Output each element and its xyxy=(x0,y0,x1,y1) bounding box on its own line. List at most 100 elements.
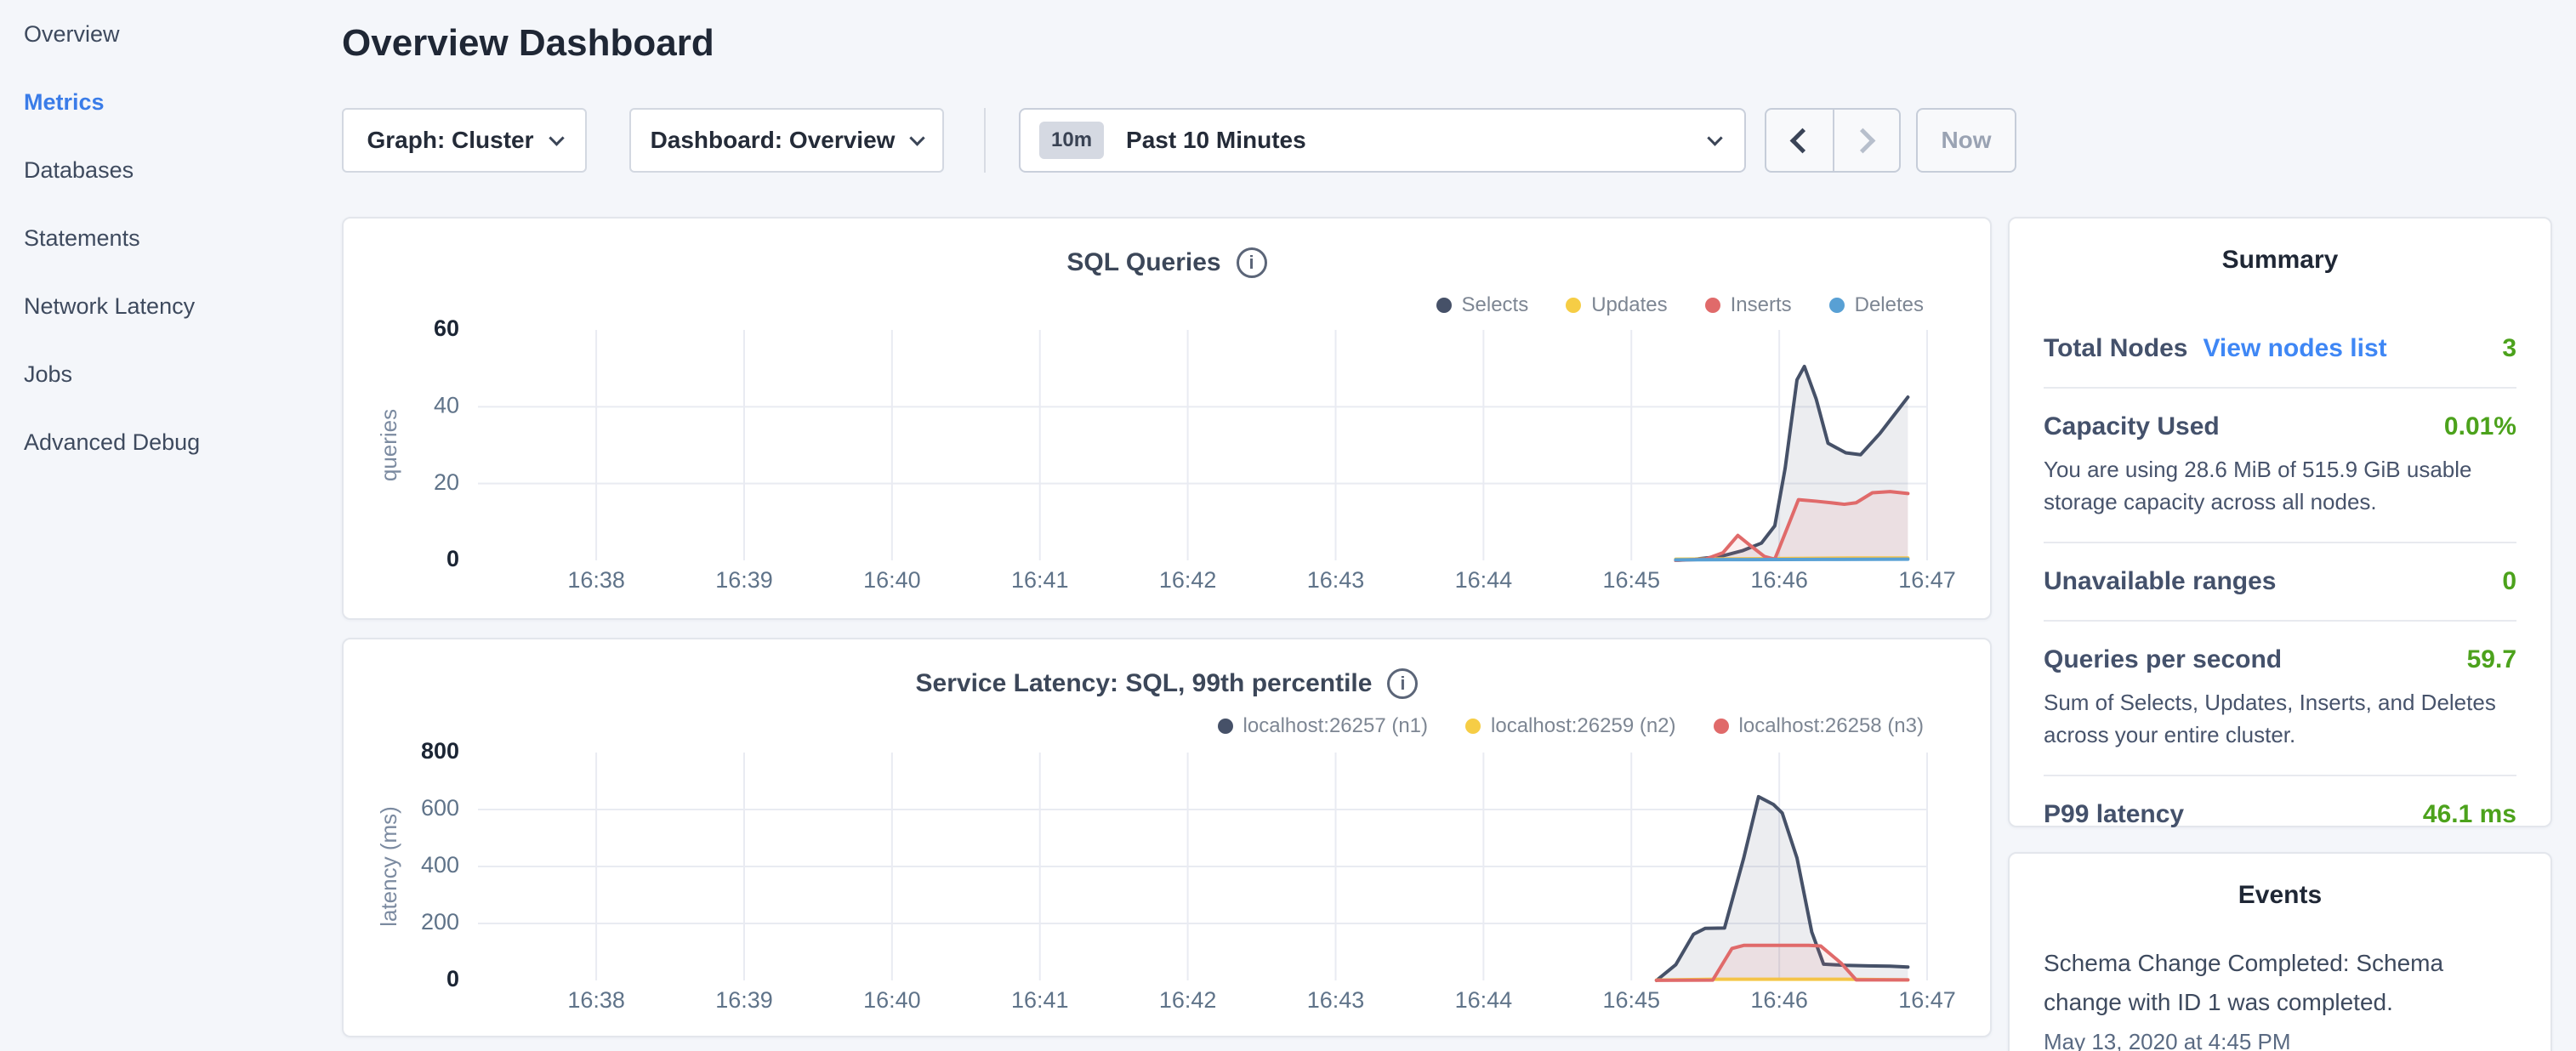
event-timestamp: May 13, 2020 at 4:45 PM xyxy=(2044,1029,2516,1051)
sidebar-item-advanced-debug[interactable]: Advanced Debug xyxy=(0,408,340,476)
summary-row-label: Total Nodes xyxy=(2044,334,2187,363)
events-title: Events xyxy=(2010,854,2550,910)
chart-title: Service Latency: SQL, 99th percentile xyxy=(916,669,1373,698)
summary-row-unavailable-ranges: Unavailable ranges 0 xyxy=(2044,543,2516,622)
view-nodes-list-link[interactable]: View nodes list xyxy=(2203,334,2386,363)
graph-dropdown[interactable]: Graph: Cluster xyxy=(342,108,587,173)
chevron-left-icon xyxy=(1790,128,1816,153)
summary-panel: Summary Total Nodes View nodes list 3 Capac… xyxy=(2008,217,2552,827)
sidebar-item-statements[interactable]: Statements xyxy=(0,204,340,272)
legend-label: localhost:26259 (n2) xyxy=(1491,714,1675,738)
sidebar-item-databases[interactable]: Databases xyxy=(0,136,340,204)
summary-row-label: Capacity Used xyxy=(2044,412,2220,441)
legend-dot-icon xyxy=(1714,719,1729,734)
svg-text:16:44: 16:44 xyxy=(1455,567,1513,593)
summary-row-capacity-used: Capacity Used 0.01% You are using 28.6 MiB… xyxy=(2044,389,2516,543)
time-step-buttons xyxy=(1765,108,1901,173)
sidebar-item-metrics[interactable]: Metrics xyxy=(0,68,340,136)
legend-item-localhost-26258-n3-: localhost:26258 (n3) xyxy=(1714,714,1924,738)
sidebar-item-overview[interactable]: Overview xyxy=(0,0,340,68)
graph-dropdown-label: Graph: Cluster xyxy=(367,127,533,154)
time-next-button[interactable] xyxy=(1833,110,1899,171)
summary-row-value: 46.1 ms xyxy=(2423,800,2516,829)
svg-text:600: 600 xyxy=(421,795,459,821)
summary-row-value: 0.01% xyxy=(2444,412,2516,441)
chart-legend: Selects Updates Inserts Deletes xyxy=(1436,293,1925,317)
svg-text:0: 0 xyxy=(446,966,459,991)
svg-text:16:43: 16:43 xyxy=(1307,567,1365,593)
summary-row-p99-latency: P99 latency46.1 ms xyxy=(2044,776,2516,853)
legend-label: localhost:26258 (n3) xyxy=(1739,714,1924,738)
sql-queries-chart-card: 020406016:3816:3916:4016:4116:4216:4316:… xyxy=(342,217,1992,620)
chevron-down-icon xyxy=(910,130,925,145)
legend-dot-icon xyxy=(1436,298,1452,313)
svg-text:16:40: 16:40 xyxy=(863,567,921,593)
legend-label: Selects xyxy=(1462,293,1529,317)
events-body: Schema Change Completed: Schema change w… xyxy=(2010,944,2550,1051)
legend-label: Updates xyxy=(1591,293,1667,317)
sql-queries-chart-plot[interactable]: 020406016:3816:3916:4016:4116:4216:4316:… xyxy=(344,219,1990,618)
time-range-badge: 10m xyxy=(1039,122,1104,159)
legend-item-deletes: Deletes xyxy=(1829,293,1924,317)
svg-text:16:39: 16:39 xyxy=(715,987,773,1013)
svg-text:60: 60 xyxy=(434,315,459,341)
svg-text:16:39: 16:39 xyxy=(715,567,773,593)
legend-item-localhost-26259-n2-: localhost:26259 (n2) xyxy=(1465,714,1675,738)
summary-row-queries-per-second: Queries per second59.7Sum of Selects, Up… xyxy=(2044,622,2516,776)
chart-legend: localhost:26257 (n1) localhost:26259 (n2)… xyxy=(1218,714,1924,738)
chevron-down-icon xyxy=(549,130,564,145)
svg-text:16:45: 16:45 xyxy=(1602,987,1660,1013)
legend-item-localhost-26257-n1-: localhost:26257 (n1) xyxy=(1218,714,1428,738)
summary-row-label: Unavailable ranges xyxy=(2044,567,2276,596)
summary-row-value: 3 xyxy=(2502,334,2516,363)
svg-text:16:42: 16:42 xyxy=(1159,567,1217,593)
info-icon[interactable]: i xyxy=(1387,668,1418,699)
summary-row-total-nodes: Total Nodes View nodes list 3 xyxy=(2044,310,2516,389)
svg-text:400: 400 xyxy=(421,852,459,878)
svg-text:16:43: 16:43 xyxy=(1307,987,1365,1013)
sidebar-item-jobs[interactable]: Jobs xyxy=(0,340,340,408)
summary-row-label: Queries per second xyxy=(2044,645,2282,674)
chevron-right-icon xyxy=(1851,128,1876,153)
service-latency-chart-card: 020040060080016:3816:3916:4016:4116:4216… xyxy=(342,638,1992,1037)
svg-text:20: 20 xyxy=(434,469,459,495)
svg-text:16:46: 16:46 xyxy=(1750,567,1808,593)
sidebar-item-network-latency[interactable]: Network Latency xyxy=(0,272,340,340)
now-button[interactable]: Now xyxy=(1916,108,2016,173)
legend-label: Deletes xyxy=(1855,293,1924,317)
sidebar: OverviewMetricsDatabasesStatementsNetwor… xyxy=(0,0,340,1051)
legend-dot-icon xyxy=(1705,298,1720,313)
dashboard-dropdown-label: Dashboard: Overview xyxy=(651,127,896,154)
svg-text:0: 0 xyxy=(446,546,459,571)
legend-dot-icon xyxy=(1829,298,1845,313)
legend-item-inserts: Inserts xyxy=(1705,293,1792,317)
legend-dot-icon xyxy=(1218,719,1233,734)
svg-text:16:44: 16:44 xyxy=(1455,987,1513,1013)
event-text: Schema Change Completed: Schema change w… xyxy=(2044,944,2516,1022)
dashboard-dropdown[interactable]: Dashboard: Overview xyxy=(629,108,944,173)
events-panel: Events Schema Change Completed: Schema c… xyxy=(2008,852,2552,1051)
summary-body: Total Nodes View nodes list 3 Capacity Used… xyxy=(2010,310,2550,853)
summary-title: Summary xyxy=(2010,219,2550,275)
time-range-select[interactable]: 10m Past 10 Minutes xyxy=(1019,108,1746,173)
svg-text:16:41: 16:41 xyxy=(1011,987,1069,1013)
svg-text:800: 800 xyxy=(421,738,459,764)
legend-item-selects: Selects xyxy=(1436,293,1529,317)
chart-title: SQL Queries xyxy=(1066,248,1220,277)
svg-text:40: 40 xyxy=(434,392,459,418)
info-icon[interactable]: i xyxy=(1237,247,1267,278)
legend-dot-icon xyxy=(1566,298,1581,313)
svg-text:queries: queries xyxy=(376,409,401,481)
svg-text:16:46: 16:46 xyxy=(1750,987,1808,1013)
summary-row-description: You are using 28.6 MiB of 515.9 GiB usab… xyxy=(2044,453,2516,518)
svg-text:16:40: 16:40 xyxy=(863,987,921,1013)
summary-row-value: 0 xyxy=(2502,567,2516,596)
time-range-label: Past 10 Minutes xyxy=(1126,127,1709,154)
time-prev-button[interactable] xyxy=(1766,110,1833,171)
svg-text:16:38: 16:38 xyxy=(567,987,625,1013)
legend-label: localhost:26257 (n1) xyxy=(1243,714,1428,738)
legend-label: Inserts xyxy=(1731,293,1792,317)
summary-row-value: 59.7 xyxy=(2467,645,2516,674)
legend-item-updates: Updates xyxy=(1566,293,1667,317)
svg-text:16:41: 16:41 xyxy=(1011,567,1069,593)
